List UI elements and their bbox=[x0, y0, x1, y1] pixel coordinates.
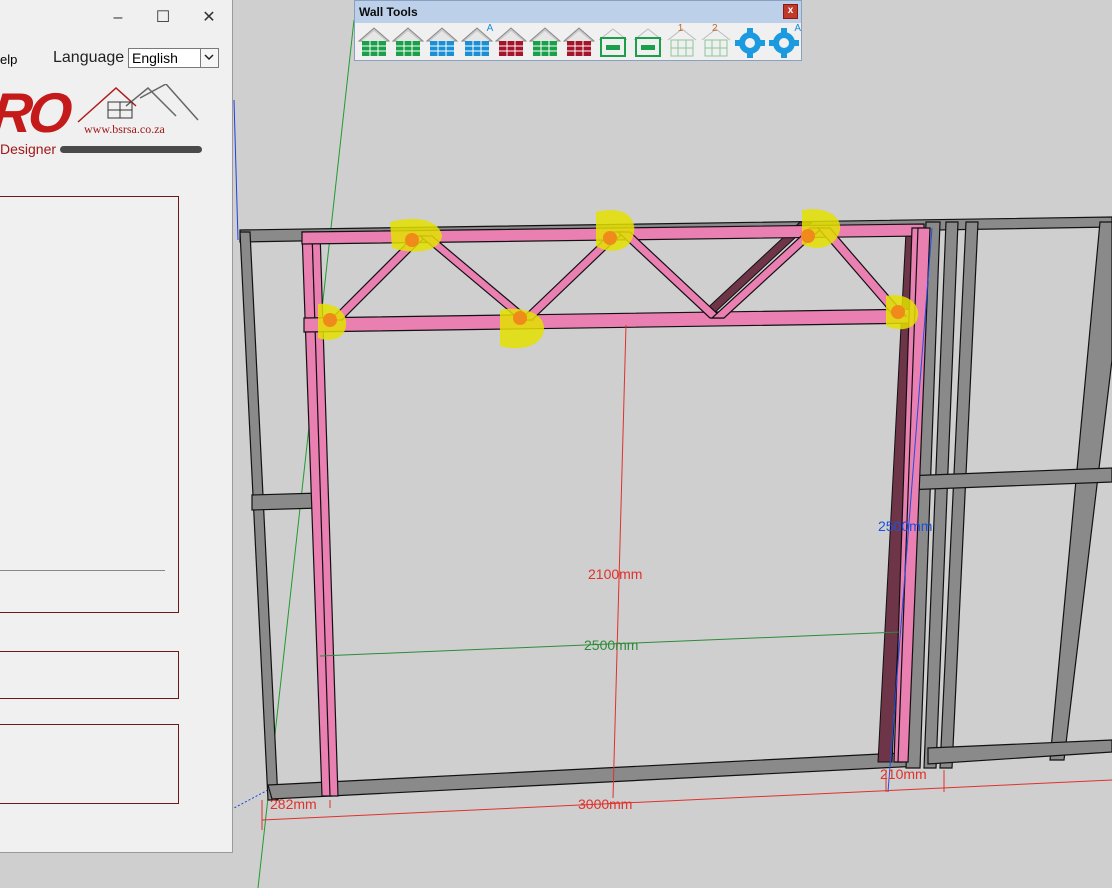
progress-bar bbox=[60, 146, 202, 153]
window-icon[interactable] bbox=[632, 26, 664, 59]
dimension-label-2500-inner: 2500mm bbox=[584, 637, 639, 653]
main-panel bbox=[0, 196, 179, 613]
toolbar-title: Wall Tools bbox=[359, 5, 418, 19]
dimension-label-3000: 3000mm bbox=[578, 796, 633, 812]
grid-1-icon[interactable]: 1 bbox=[666, 23, 698, 59]
dimension-label-2100: 2100mm bbox=[588, 566, 643, 582]
designer-label: Designer bbox=[0, 141, 57, 157]
wall-green-icon[interactable] bbox=[528, 26, 562, 59]
dimension-label-2500-right: 2500mm bbox=[878, 518, 933, 534]
pink-frame bbox=[301, 223, 931, 797]
wall-blue-icon[interactable] bbox=[426, 26, 459, 59]
house-logo-icon bbox=[77, 84, 199, 123]
bottom-panel bbox=[0, 724, 179, 804]
designer-plugin-window: – ☐ ✕ elp Language English RO www.bsrsa.… bbox=[0, 0, 233, 853]
wall-red-icon[interactable] bbox=[562, 26, 596, 59]
maximize-button[interactable]: ☐ bbox=[152, 9, 174, 27]
dimension-label-210: 210mm bbox=[880, 766, 927, 782]
tool-badge: 1 bbox=[677, 23, 684, 34]
wall-green-icon[interactable] bbox=[391, 26, 425, 59]
wall-red-icon[interactable] bbox=[494, 26, 528, 59]
help-menu[interactable]: elp bbox=[0, 52, 17, 67]
toolbar-titlebar[interactable]: Wall Tools x bbox=[355, 1, 801, 23]
tool-badge: 2 bbox=[712, 23, 718, 34]
panel-divider bbox=[0, 570, 165, 571]
gear-icon[interactable] bbox=[734, 26, 766, 59]
gear-auto-icon[interactable]: A bbox=[768, 23, 802, 59]
dimension-label-282: 282mm bbox=[270, 796, 317, 812]
tool-badge: A bbox=[486, 23, 494, 34]
brand-logo-text: RO bbox=[0, 81, 72, 144]
wall-green-icon[interactable] bbox=[357, 26, 391, 59]
close-button[interactable]: ✕ bbox=[198, 9, 220, 27]
website-url[interactable]: www.bsrsa.co.za bbox=[84, 122, 165, 137]
minimize-button[interactable]: – bbox=[107, 9, 129, 27]
chevron-down-icon[interactable] bbox=[200, 49, 218, 67]
opening-icon[interactable] bbox=[597, 26, 629, 59]
language-select[interactable]: English bbox=[128, 48, 219, 68]
secondary-panel bbox=[0, 651, 179, 699]
tool-badge: A bbox=[794, 23, 802, 34]
grey-frame bbox=[239, 216, 1112, 801]
language-selected-value: English bbox=[132, 50, 178, 66]
blue-axis-dotted bbox=[233, 789, 269, 809]
language-label: Language bbox=[53, 49, 125, 66]
blue-axis bbox=[233, 99, 239, 241]
wall-tools-toolbar: Wall Tools x A 1 2 A bbox=[354, 0, 802, 61]
wall-blue-auto-icon[interactable]: A bbox=[460, 23, 494, 59]
grid-2-icon[interactable]: 2 bbox=[700, 23, 732, 59]
toolbar-close-button[interactable]: x bbox=[783, 4, 798, 19]
